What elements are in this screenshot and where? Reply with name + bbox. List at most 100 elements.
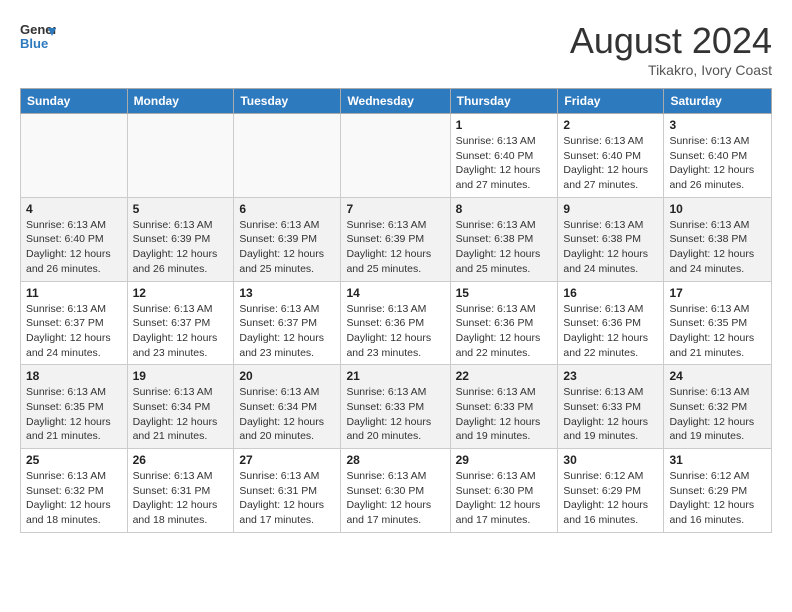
calendar-day-cell: 29 Sunrise: 6:13 AM Sunset: 6:30 PM Dayli… — [450, 449, 558, 533]
day-number: 18 — [26, 369, 122, 383]
day-number: 9 — [563, 202, 658, 216]
location-subtitle: Tikakro, Ivory Coast — [570, 62, 772, 78]
day-info: Sunrise: 6:13 AM Sunset: 6:39 PM Dayligh… — [346, 218, 444, 277]
calendar-week-row: 1 Sunrise: 6:13 AM Sunset: 6:40 PM Daylig… — [21, 114, 772, 198]
day-number: 11 — [26, 286, 122, 300]
day-info: Sunrise: 6:13 AM Sunset: 6:38 PM Dayligh… — [669, 218, 766, 277]
calendar-table: SundayMondayTuesdayWednesdayThursdayFrid… — [20, 88, 772, 533]
day-number: 31 — [669, 453, 766, 467]
day-info: Sunrise: 6:13 AM Sunset: 6:37 PM Dayligh… — [26, 302, 122, 361]
calendar-day-cell: 1 Sunrise: 6:13 AM Sunset: 6:40 PM Daylig… — [450, 114, 558, 198]
calendar-week-row: 4 Sunrise: 6:13 AM Sunset: 6:40 PM Daylig… — [21, 197, 772, 281]
calendar-day-cell: 27 Sunrise: 6:13 AM Sunset: 6:31 PM Dayli… — [234, 449, 341, 533]
calendar-day-cell: 2 Sunrise: 6:13 AM Sunset: 6:40 PM Daylig… — [558, 114, 664, 198]
day-info: Sunrise: 6:13 AM Sunset: 6:38 PM Dayligh… — [563, 218, 658, 277]
calendar-day-cell: 4 Sunrise: 6:13 AM Sunset: 6:40 PM Daylig… — [21, 197, 128, 281]
day-info: Sunrise: 6:13 AM Sunset: 6:32 PM Dayligh… — [669, 385, 766, 444]
day-info: Sunrise: 6:13 AM Sunset: 6:40 PM Dayligh… — [456, 134, 553, 193]
calendar-day-cell: 6 Sunrise: 6:13 AM Sunset: 6:39 PM Daylig… — [234, 197, 341, 281]
day-number: 22 — [456, 369, 553, 383]
calendar-day-cell: 18 Sunrise: 6:13 AM Sunset: 6:35 PM Dayli… — [21, 365, 128, 449]
calendar-week-row: 25Sunrise: 6:13 AM Sunset: 6:32 PM Dayli… — [21, 449, 772, 533]
calendar-day-cell: 13 Sunrise: 6:13 AM Sunset: 6:37 PM Dayli… — [234, 281, 341, 365]
day-number: 6 — [239, 202, 335, 216]
calendar-day-cell: 17Sunrise: 6:13 AM Sunset: 6:35 PM Dayli… — [664, 281, 772, 365]
calendar-day-cell: 26Sunrise: 6:13 AM Sunset: 6:31 PM Dayli… — [127, 449, 234, 533]
day-info: Sunrise: 6:13 AM Sunset: 6:31 PM Dayligh… — [239, 469, 335, 528]
day-number: 15 — [456, 286, 553, 300]
day-number: 27 — [239, 453, 335, 467]
day-number: 1 — [456, 118, 553, 132]
day-number: 2 — [563, 118, 658, 132]
day-info: Sunrise: 6:13 AM Sunset: 6:37 PM Dayligh… — [239, 302, 335, 361]
day-number: 13 — [239, 286, 335, 300]
calendar-day-cell: 5 Sunrise: 6:13 AM Sunset: 6:39 PM Daylig… — [127, 197, 234, 281]
calendar-header-row: SundayMondayTuesdayWednesdayThursdayFrid… — [21, 89, 772, 114]
day-number: 25 — [26, 453, 122, 467]
calendar-day-cell: 31 Sunrise: 6:12 AM Sunset: 6:29 PM Dayli… — [664, 449, 772, 533]
day-info: Sunrise: 6:12 AM Sunset: 6:29 PM Dayligh… — [669, 469, 766, 528]
calendar-day-cell: 15Sunrise: 6:13 AM Sunset: 6:36 PM Dayli… — [450, 281, 558, 365]
calendar-day-cell: 23Sunrise: 6:13 AM Sunset: 6:33 PM Dayli… — [558, 365, 664, 449]
day-of-week-header: Saturday — [664, 89, 772, 114]
day-number: 28 — [346, 453, 444, 467]
calendar-day-cell: 7 Sunrise: 6:13 AM Sunset: 6:39 PM Daylig… — [341, 197, 450, 281]
day-info: Sunrise: 6:13 AM Sunset: 6:40 PM Dayligh… — [563, 134, 658, 193]
day-number: 30 — [563, 453, 658, 467]
logo: General Blue — [20, 20, 56, 56]
day-number: 12 — [133, 286, 229, 300]
day-number: 8 — [456, 202, 553, 216]
calendar-day-cell: 14 Sunrise: 6:13 AM Sunset: 6:36 PM Dayli… — [341, 281, 450, 365]
calendar-day-cell: 25Sunrise: 6:13 AM Sunset: 6:32 PM Dayli… — [21, 449, 128, 533]
day-info: Sunrise: 6:12 AM Sunset: 6:29 PM Dayligh… — [563, 469, 658, 528]
day-info: Sunrise: 6:13 AM Sunset: 6:39 PM Dayligh… — [133, 218, 229, 277]
calendar-day-cell: 21Sunrise: 6:13 AM Sunset: 6:33 PM Dayli… — [341, 365, 450, 449]
svg-text:Blue: Blue — [20, 36, 48, 51]
day-number: 20 — [239, 369, 335, 383]
title-block: August 2024 Tikakro, Ivory Coast — [570, 20, 772, 78]
calendar-day-cell: 9 Sunrise: 6:13 AM Sunset: 6:38 PM Daylig… — [558, 197, 664, 281]
day-info: Sunrise: 6:13 AM Sunset: 6:35 PM Dayligh… — [26, 385, 122, 444]
day-info: Sunrise: 6:13 AM Sunset: 6:39 PM Dayligh… — [239, 218, 335, 277]
day-number: 7 — [346, 202, 444, 216]
day-number: 21 — [346, 369, 444, 383]
calendar-day-cell — [341, 114, 450, 198]
day-info: Sunrise: 6:13 AM Sunset: 6:34 PM Dayligh… — [239, 385, 335, 444]
day-number: 5 — [133, 202, 229, 216]
calendar-day-cell: 30 Sunrise: 6:12 AM Sunset: 6:29 PM Dayli… — [558, 449, 664, 533]
calendar-day-cell: 22 Sunrise: 6:13 AM Sunset: 6:33 PM Dayli… — [450, 365, 558, 449]
day-info: Sunrise: 6:13 AM Sunset: 6:36 PM Dayligh… — [563, 302, 658, 361]
day-of-week-header: Friday — [558, 89, 664, 114]
day-info: Sunrise: 6:13 AM Sunset: 6:30 PM Dayligh… — [346, 469, 444, 528]
calendar-week-row: 18 Sunrise: 6:13 AM Sunset: 6:35 PM Dayli… — [21, 365, 772, 449]
day-info: Sunrise: 6:13 AM Sunset: 6:37 PM Dayligh… — [133, 302, 229, 361]
calendar-day-cell: 12 Sunrise: 6:13 AM Sunset: 6:37 PM Dayli… — [127, 281, 234, 365]
day-number: 26 — [133, 453, 229, 467]
day-info: Sunrise: 6:13 AM Sunset: 6:40 PM Dayligh… — [26, 218, 122, 277]
calendar-day-cell — [127, 114, 234, 198]
calendar-day-cell: 16 Sunrise: 6:13 AM Sunset: 6:36 PM Dayli… — [558, 281, 664, 365]
day-number: 16 — [563, 286, 658, 300]
calendar-day-cell: 11 Sunrise: 6:13 AM Sunset: 6:37 PM Dayli… — [21, 281, 128, 365]
calendar-day-cell: 19Sunrise: 6:13 AM Sunset: 6:34 PM Dayli… — [127, 365, 234, 449]
day-info: Sunrise: 6:13 AM Sunset: 6:38 PM Dayligh… — [456, 218, 553, 277]
calendar-week-row: 11 Sunrise: 6:13 AM Sunset: 6:37 PM Dayli… — [21, 281, 772, 365]
calendar-day-cell: 3Sunrise: 6:13 AM Sunset: 6:40 PM Daylig… — [664, 114, 772, 198]
day-number: 29 — [456, 453, 553, 467]
day-info: Sunrise: 6:13 AM Sunset: 6:34 PM Dayligh… — [133, 385, 229, 444]
calendar-day-cell — [234, 114, 341, 198]
day-number: 14 — [346, 286, 444, 300]
generalblue-logo-icon: General Blue — [20, 20, 56, 56]
day-of-week-header: Wednesday — [341, 89, 450, 114]
day-info: Sunrise: 6:13 AM Sunset: 6:36 PM Dayligh… — [346, 302, 444, 361]
day-number: 24 — [669, 369, 766, 383]
day-number: 4 — [26, 202, 122, 216]
day-info: Sunrise: 6:13 AM Sunset: 6:30 PM Dayligh… — [456, 469, 553, 528]
day-of-week-header: Monday — [127, 89, 234, 114]
day-info: Sunrise: 6:13 AM Sunset: 6:33 PM Dayligh… — [456, 385, 553, 444]
calendar-day-cell: 8 Sunrise: 6:13 AM Sunset: 6:38 PM Daylig… — [450, 197, 558, 281]
day-number: 17 — [669, 286, 766, 300]
day-of-week-header: Tuesday — [234, 89, 341, 114]
day-number: 23 — [563, 369, 658, 383]
calendar-day-cell: 24 Sunrise: 6:13 AM Sunset: 6:32 PM Dayli… — [664, 365, 772, 449]
